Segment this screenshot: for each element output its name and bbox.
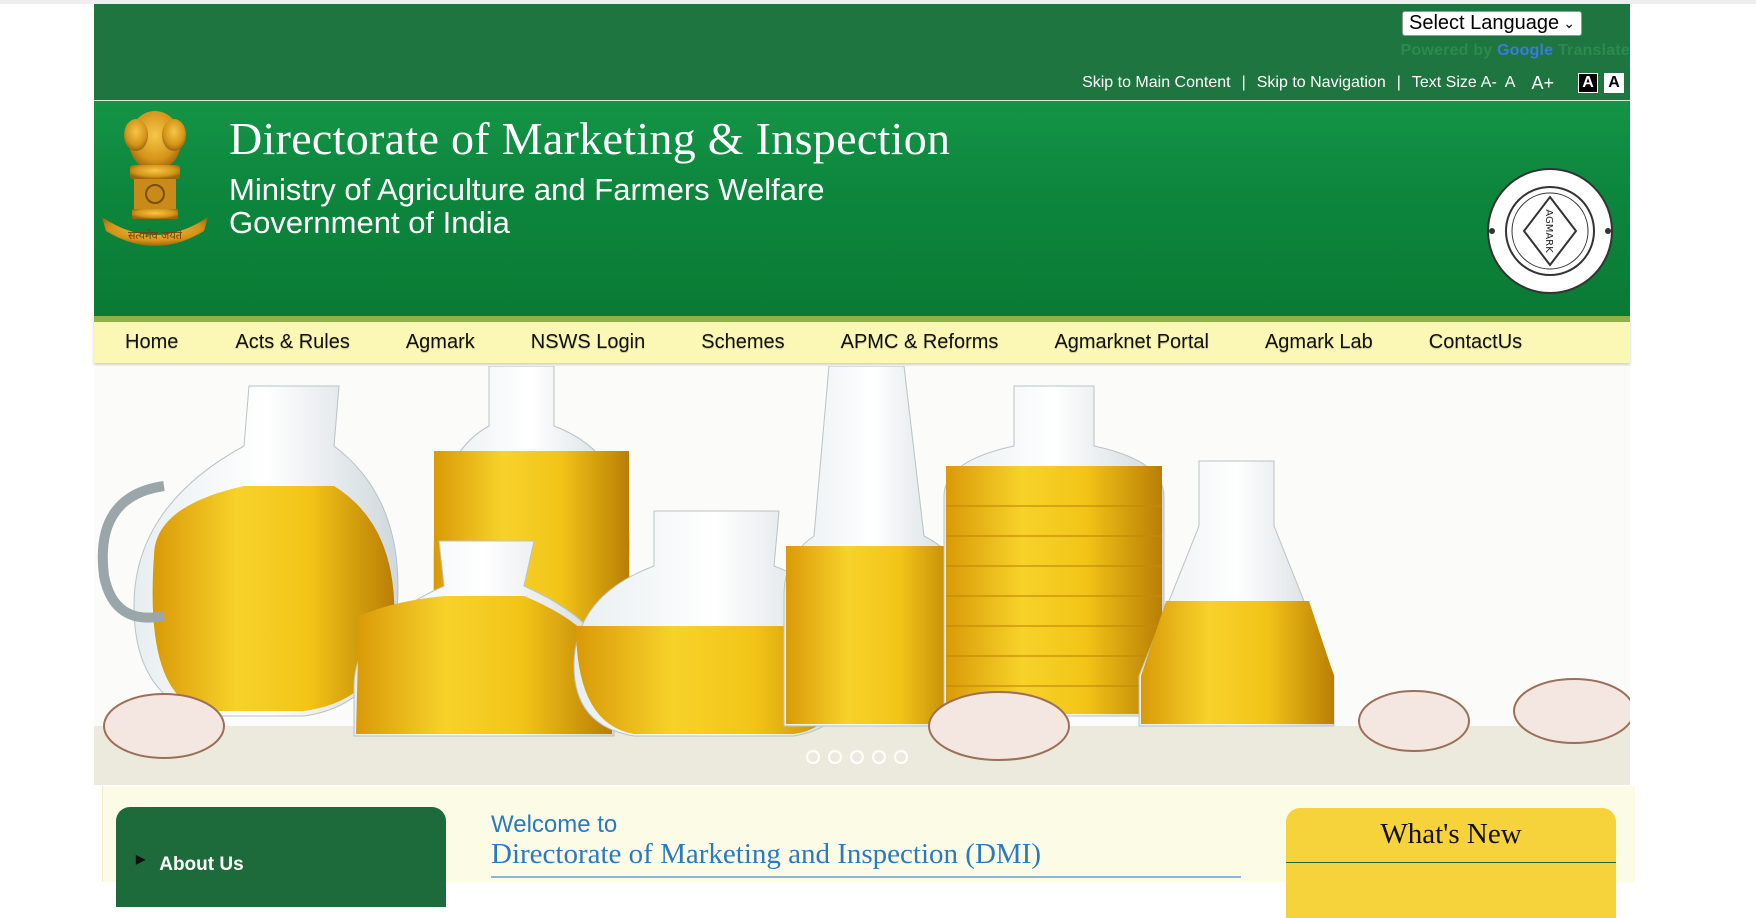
text-size-normal[interactable]: A — [1505, 74, 1516, 92]
separator: | — [1396, 74, 1401, 91]
main-content: ▶ About Us Welcome to Directorate of Mar… — [102, 786, 1635, 918]
google-logo: Google — [1496, 42, 1554, 59]
slider-dot[interactable] — [828, 750, 842, 764]
nav-agmark[interactable]: Agmark — [406, 331, 475, 354]
sidebar-item-label: About Us — [159, 854, 244, 875]
national-emblem-icon: सत्यमेव जयते — [102, 111, 208, 246]
separator: | — [1241, 74, 1246, 91]
utility-bar: Select Language ⌄ Powered by Google Tran… — [94, 4, 1630, 101]
translate-label: Translate — [1557, 42, 1630, 59]
slider-dot[interactable] — [850, 750, 864, 764]
nav-agmark-lab[interactable]: Agmark Lab — [1265, 331, 1373, 354]
site-title: Directorate of Marketing & Inspection — [229, 113, 951, 164]
nav-nsws-login[interactable]: NSWS Login — [531, 331, 646, 354]
ministry-subtitle: Ministry of Agriculture and Farmers Welf… — [229, 173, 825, 239]
accessibility-links: Skip to Main Content | Skip to Navigatio… — [1082, 70, 1624, 96]
powered-by-google[interactable]: Powered by Google Translate — [1401, 42, 1631, 60]
agmark-seal-icon: AGMARK — [1487, 168, 1613, 294]
slider-dot[interactable] — [806, 750, 820, 764]
header-banner: सत्यमेव जयते Directorate of Marketing & … — [94, 101, 1630, 316]
nav-agmarknet-portal[interactable]: Agmarknet Portal — [1054, 331, 1209, 354]
ministry-name: Ministry of Agriculture and Farmers Welf… — [229, 172, 825, 207]
svg-text:AGMARK: AGMARK — [1543, 209, 1554, 253]
welcome-heading: Directorate of Marketing and Inspection … — [491, 838, 1041, 870]
slider-pagination — [806, 750, 908, 764]
sidebar-menu: ▶ About Us — [116, 807, 446, 907]
text-size-increase[interactable]: A+ — [1531, 73, 1554, 94]
oil-bottles-image — [94, 366, 1630, 785]
nav-apmc-reforms[interactable]: APMC & Reforms — [841, 331, 999, 354]
slider-dot[interactable] — [872, 750, 886, 764]
nav-acts-rules[interactable]: Acts & Rules — [235, 331, 349, 354]
language-select-label: Select Language — [1409, 12, 1560, 34]
nav-contact-us[interactable]: ContactUs — [1429, 331, 1522, 354]
text-size-label: Text Size — [1411, 74, 1477, 91]
whats-new-divider — [1286, 862, 1616, 863]
nav-home[interactable]: Home — [125, 331, 178, 354]
language-select[interactable]: Select Language ⌄ — [1402, 11, 1582, 36]
nav-schemes[interactable]: Schemes — [701, 331, 784, 354]
skip-to-main-link[interactable]: Skip to Main Content — [1082, 74, 1231, 92]
text-size-decrease[interactable]: A- — [1481, 74, 1497, 92]
svg-text:सत्यमेव जयते: सत्यमेव जयते — [128, 229, 183, 242]
whats-new-panel: What's New — [1286, 808, 1616, 918]
sidebar-item-about-us[interactable]: ▶ About Us — [136, 852, 244, 876]
welcome-section: Welcome to Directorate of Marketing and … — [491, 812, 1243, 878]
whats-new-heading: What's New — [1380, 818, 1522, 850]
hero-slider[interactable] — [94, 366, 1630, 785]
main-navigation: Home Acts & Rules Agmark NSWS Login Sche… — [94, 316, 1630, 363]
chevron-down-icon: ⌄ — [1563, 15, 1575, 31]
slider-dot[interactable] — [894, 750, 908, 764]
normal-contrast-button[interactable]: A — [1604, 73, 1624, 93]
welcome-line: Welcome to — [491, 811, 618, 838]
caret-right-icon: ▶ — [136, 852, 146, 866]
high-contrast-button[interactable]: A — [1578, 73, 1598, 93]
powered-by-label: Powered by — [1400, 42, 1493, 59]
skip-to-navigation-link[interactable]: Skip to Navigation — [1257, 74, 1386, 92]
heading-divider — [491, 876, 1241, 878]
government-name: Government of India — [229, 205, 510, 240]
